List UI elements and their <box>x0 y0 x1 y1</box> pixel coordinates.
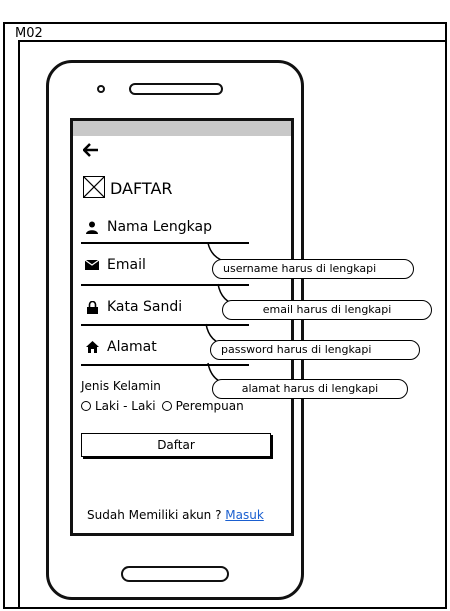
annotation-address: alamat harus di lengkapi <box>212 379 408 399</box>
annotation-password: password harus di lengkapi <box>210 340 420 360</box>
gender-options: Laki - Laki Perempuan <box>81 399 244 413</box>
radio-male-label[interactable]: Laki - Laki <box>95 399 156 413</box>
annotation-address-text: alamat harus di lengkapi <box>241 382 379 395</box>
radio-female[interactable] <box>161 401 172 411</box>
password-field-label: Kata Sandi <box>107 299 183 315</box>
home-icon <box>83 341 101 353</box>
annotation-username-text: username harus di lengkapi <box>223 262 377 275</box>
name-field[interactable]: Nama Lengkap <box>83 219 212 235</box>
speaker-icon <box>129 83 223 95</box>
phone-screen: DAFTAR Nama Lengkap Email Kata Sandi Ala… <box>70 118 294 536</box>
lock-icon <box>83 300 101 314</box>
annotation-email-text: email harus di lengkapi <box>262 303 392 316</box>
email-field-label: Email <box>107 257 146 273</box>
frame-title: M02 <box>15 26 43 41</box>
radio-female-label[interactable]: Perempuan <box>176 399 244 413</box>
name-field-label: Nama Lengkap <box>107 219 212 235</box>
email-field[interactable]: Email <box>83 257 146 273</box>
annotation-email: email harus di lengkapi <box>222 300 432 320</box>
gender-label: Jenis Kelamin <box>81 379 161 393</box>
camera-icon <box>97 85 105 93</box>
password-field[interactable]: Kata Sandi <box>83 299 182 315</box>
address-field-label: Alamat <box>107 339 157 355</box>
arrow-left-icon[interactable] <box>82 141 99 162</box>
page-title: DAFTAR <box>110 179 173 198</box>
annotation-username: username harus di lengkapi <box>212 259 414 279</box>
radio-male[interactable] <box>81 401 91 411</box>
annotation-password-text: password harus di lengkapi <box>221 343 372 356</box>
user-icon <box>83 221 101 234</box>
register-button[interactable]: Daftar <box>81 433 271 457</box>
envelope-icon <box>83 260 101 270</box>
login-prompt-text: Sudah Memiliki akun ? <box>87 508 222 522</box>
logo-placeholder-icon <box>83 176 105 198</box>
home-button[interactable] <box>121 566 229 582</box>
status-bar <box>73 121 291 136</box>
login-link[interactable]: Masuk <box>225 508 264 522</box>
register-button-label: Daftar <box>157 438 195 452</box>
address-field[interactable]: Alamat <box>83 339 157 355</box>
login-prompt: Sudah Memiliki akun ? Masuk <box>87 508 264 522</box>
